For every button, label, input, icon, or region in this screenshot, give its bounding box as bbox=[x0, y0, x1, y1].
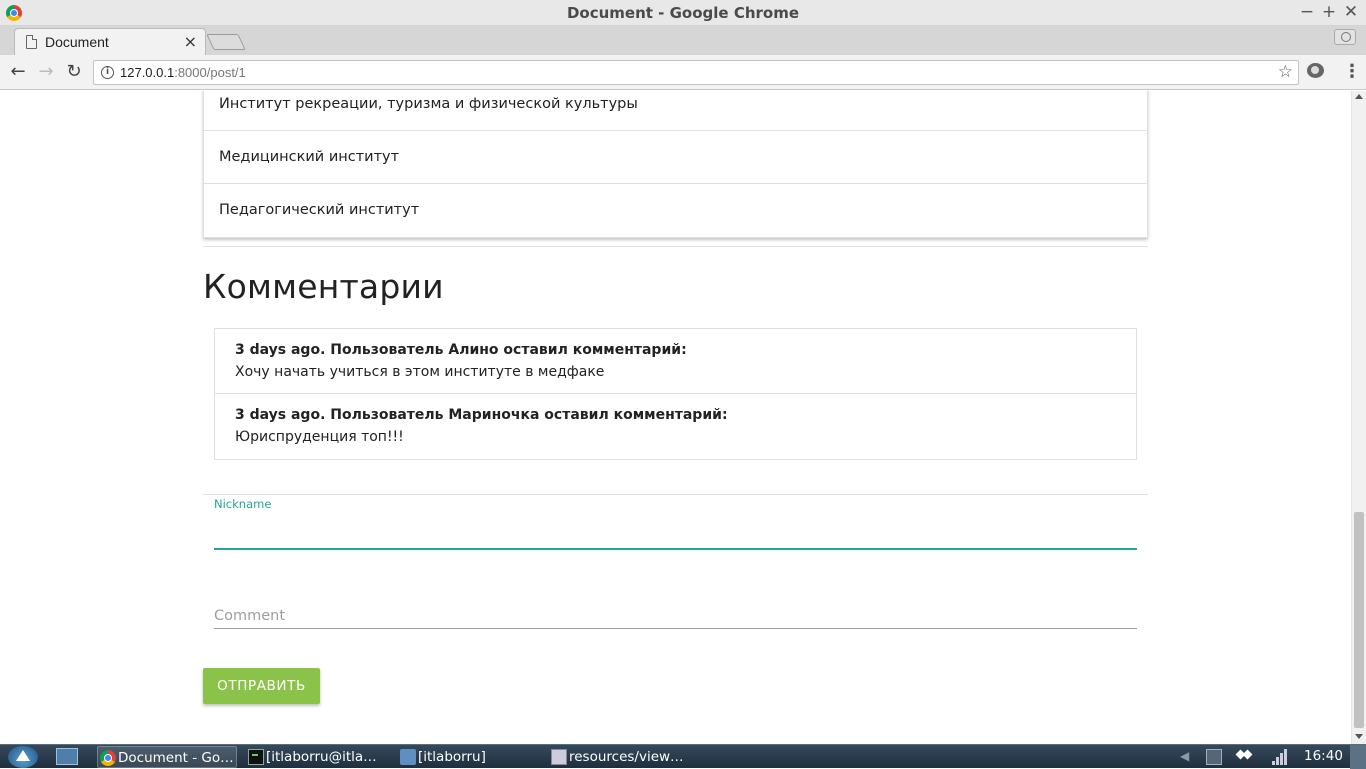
comments-heading: Комментарии bbox=[203, 267, 444, 306]
browser-toolbar: ← → ↻ i 127.0.0.1:8000/post/1 ☆ ⋮ bbox=[0, 55, 1366, 90]
list-item[interactable]: Педагогический институт bbox=[204, 184, 1147, 237]
dropbox-icon[interactable] bbox=[1236, 749, 1252, 765]
os-taskbar: Document - Go… [itlaborru@itla… [itlabor… bbox=[0, 744, 1366, 769]
comment-underline bbox=[214, 628, 1137, 629]
url-text[interactable]: 127.0.0.1:8000/post/1 bbox=[120, 65, 246, 80]
page-scrollbar[interactable] bbox=[1351, 91, 1366, 744]
tab-document[interactable]: Document × bbox=[14, 28, 206, 56]
signal-strength-icon[interactable] bbox=[1272, 749, 1288, 765]
url-host: 127.0.0.1 bbox=[120, 65, 175, 80]
minimize-button[interactable]: − bbox=[1298, 2, 1316, 22]
tab-label: Document bbox=[45, 34, 109, 50]
comment-item: 3 days ago. Пользователь Мариночка остав… bbox=[215, 394, 1136, 459]
taskbar-item-folder[interactable]: [itlaborru] bbox=[398, 746, 538, 768]
list-item[interactable]: Институт рекреации, туризма и физической… bbox=[204, 91, 1147, 131]
comment-field: Comment bbox=[214, 608, 1137, 638]
taskbar-item-chrome[interactable]: Document - Go… bbox=[97, 746, 237, 768]
document-icon bbox=[26, 35, 37, 49]
file-manager-launcher-icon[interactable] bbox=[56, 748, 78, 765]
institutes-list: Институт рекреации, туризма и физической… bbox=[203, 91, 1148, 238]
comment-text: Хочу начать учиться в этом институте в м… bbox=[235, 364, 605, 380]
list-item[interactable]: Медицинский институт bbox=[204, 131, 1147, 184]
profile-icon[interactable] bbox=[1334, 29, 1356, 45]
network-icon[interactable] bbox=[1206, 749, 1222, 765]
scroll-down-arrow-icon[interactable] bbox=[1355, 734, 1363, 739]
address-bar[interactable]: i 127.0.0.1:8000/post/1 ☆ bbox=[93, 60, 1299, 85]
scrollbar-thumb[interactable] bbox=[1354, 512, 1364, 728]
tab-close-icon[interactable]: × bbox=[184, 32, 197, 51]
nickname-input[interactable] bbox=[214, 521, 1137, 545]
taskbar-item-editor[interactable]: resources/view… bbox=[549, 746, 694, 768]
taskbar-item-label: resources/view… bbox=[569, 749, 684, 765]
section-divider bbox=[203, 246, 1148, 247]
url-path: :8000/post/1 bbox=[174, 65, 246, 80]
nickname-label: Nickname bbox=[214, 497, 272, 511]
comment-item: 3 days ago. Пользователь Алино оставил к… bbox=[215, 329, 1136, 394]
taskbar-item-terminal[interactable]: [itlaborru@itla… bbox=[246, 746, 390, 768]
extension-icon[interactable] bbox=[1307, 63, 1324, 78]
tab-strip: Document × bbox=[0, 26, 1366, 56]
start-menu-icon[interactable] bbox=[8, 746, 38, 768]
taskbar-item-label: [itlaborru@itla… bbox=[266, 749, 377, 765]
window-title: Document - Google Chrome bbox=[566, 4, 800, 22]
nickname-field: Nickname bbox=[214, 497, 1137, 557]
editor-icon bbox=[551, 749, 567, 765]
nickname-underline bbox=[214, 548, 1137, 550]
show-desktop-button[interactable] bbox=[1350, 745, 1366, 769]
bookmark-star-icon[interactable]: ☆ bbox=[1278, 62, 1293, 82]
site-info-icon[interactable]: i bbox=[101, 66, 114, 79]
maximize-button[interactable]: + bbox=[1320, 2, 1338, 22]
scroll-up-arrow-icon[interactable] bbox=[1355, 94, 1363, 99]
comment-meta: 3 days ago. Пользователь Мариночка остав… bbox=[235, 407, 728, 423]
tray-arrow-icon[interactable]: ◀ bbox=[1180, 749, 1196, 765]
chrome-icon bbox=[100, 750, 116, 766]
new-tab-button[interactable] bbox=[206, 34, 246, 50]
reload-button[interactable]: ↻ bbox=[63, 61, 85, 83]
page-viewport: Институт рекреации, туризма и физической… bbox=[0, 91, 1366, 744]
taskbar-item-label: Document - Go… bbox=[118, 750, 234, 766]
clock[interactable]: 16:40 bbox=[1304, 748, 1343, 764]
comment-text: Юриспруденция топ!!! bbox=[235, 429, 404, 445]
window-titlebar: Document - Google Chrome − + ✕ bbox=[0, 0, 1366, 26]
submit-button[interactable]: ОТПРАВИТЬ bbox=[203, 668, 320, 704]
forward-button[interactable]: → bbox=[35, 61, 57, 83]
close-window-button[interactable]: ✕ bbox=[1342, 2, 1360, 22]
form-divider bbox=[203, 494, 1148, 495]
taskbar-item-label: [itlaborru] bbox=[418, 749, 486, 765]
comment-input[interactable] bbox=[214, 608, 1137, 628]
comment-meta: 3 days ago. Пользователь Алино оставил к… bbox=[235, 342, 687, 358]
folder-icon bbox=[400, 749, 416, 765]
comments-list: 3 days ago. Пользователь Алино оставил к… bbox=[214, 328, 1137, 460]
system-tray: ◀ bbox=[1180, 749, 1290, 765]
terminal-icon bbox=[248, 749, 264, 765]
back-button[interactable]: ← bbox=[7, 61, 29, 83]
browser-menu-icon[interactable]: ⋮ bbox=[1343, 61, 1361, 82]
